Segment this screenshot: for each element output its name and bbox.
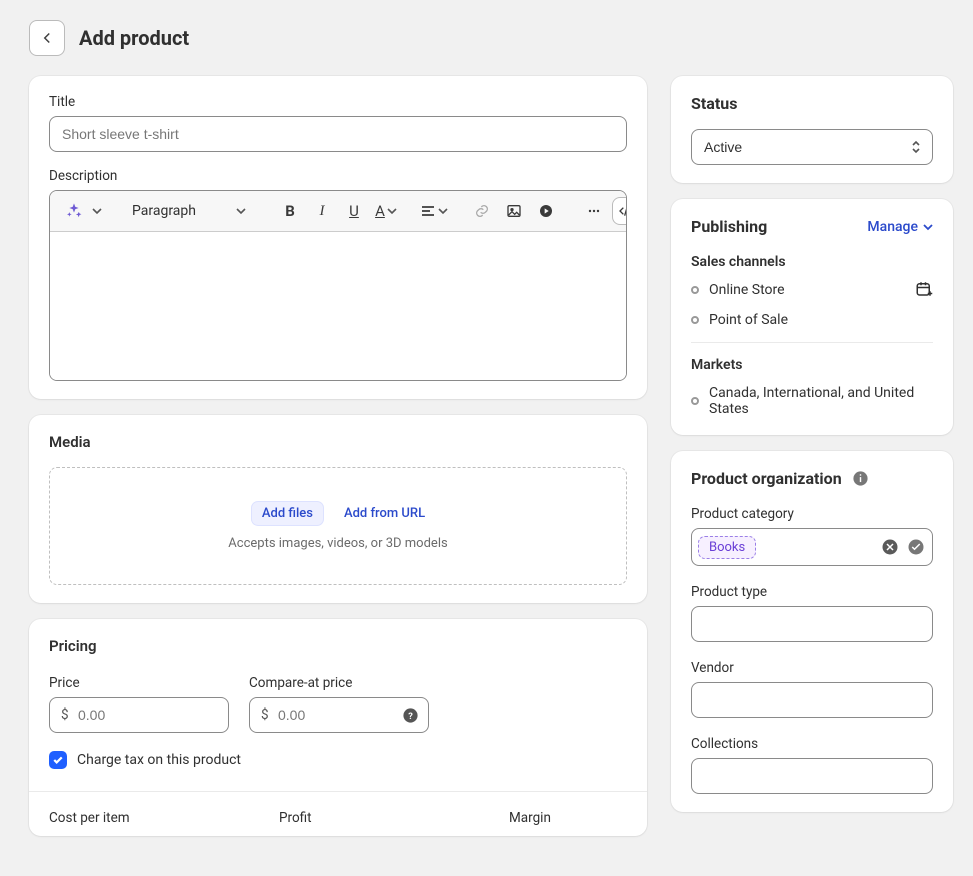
description-label: Description	[49, 168, 627, 184]
paragraph-dropdown[interactable]: Paragraph	[122, 197, 256, 225]
media-card: Media Add files Add from URL Accepts ima…	[29, 415, 647, 603]
product-basics-card: Title Description Paragraph	[29, 76, 647, 399]
product-type-input[interactable]	[691, 606, 933, 642]
more-options-button[interactable]	[580, 197, 608, 225]
bullet-icon	[691, 316, 699, 324]
manage-label: Manage	[867, 219, 918, 235]
pricing-title: Pricing	[49, 637, 627, 655]
title-input[interactable]	[49, 116, 627, 152]
page-title: Add product	[79, 26, 189, 50]
rich-text-editor: Paragraph B I U A	[49, 190, 627, 381]
image-button[interactable]	[500, 197, 528, 225]
channel-label: Point of Sale	[709, 312, 788, 328]
align-button[interactable]	[420, 197, 448, 225]
vendor-label: Vendor	[691, 660, 933, 676]
clear-category-button[interactable]	[880, 537, 900, 557]
media-title: Media	[49, 433, 627, 451]
underline-button[interactable]: U	[340, 197, 368, 225]
cost-per-item-label: Cost per item	[49, 810, 239, 826]
sales-channels-heading: Sales channels	[691, 254, 933, 270]
markets-label: Canada, International, and United States	[709, 385, 933, 417]
confirm-category-button[interactable]	[906, 537, 926, 557]
info-icon[interactable]	[852, 470, 870, 488]
product-type-label: Product type	[691, 584, 933, 600]
bullet-icon	[691, 286, 699, 294]
channel-label: Online Store	[709, 282, 785, 298]
publishing-title: Publishing	[691, 217, 767, 236]
status-title: Status	[691, 94, 933, 113]
category-input[interactable]: Books	[691, 528, 933, 566]
video-button[interactable]	[532, 197, 560, 225]
link-button[interactable]	[468, 197, 496, 225]
paragraph-label: Paragraph	[132, 203, 196, 219]
add-from-url-link[interactable]: Add from URL	[344, 506, 425, 521]
bold-button[interactable]: B	[276, 197, 304, 225]
schedule-icon[interactable]	[915, 280, 933, 298]
media-dropzone[interactable]: Add files Add from URL Accepts images, v…	[49, 467, 627, 585]
pricing-card: Pricing Price $ Compare-at price $	[29, 619, 647, 836]
category-tag[interactable]: Books	[698, 536, 756, 559]
collections-label: Collections	[691, 736, 933, 752]
vendor-input[interactable]	[691, 682, 933, 718]
title-label: Title	[49, 94, 627, 110]
add-files-button[interactable]: Add files	[251, 501, 324, 526]
profit-label: Profit	[279, 810, 469, 826]
ai-caret-icon[interactable]	[92, 206, 102, 216]
margin-label: Margin	[509, 810, 699, 826]
back-button[interactable]	[29, 20, 65, 56]
manage-link[interactable]: Manage	[867, 219, 933, 235]
publishing-card: Publishing Manage Sales channels Online …	[671, 199, 953, 435]
help-icon[interactable]: ?	[401, 706, 419, 724]
bullet-icon	[691, 397, 699, 405]
media-hint: Accepts images, videos, or 3D models	[228, 536, 447, 551]
italic-button[interactable]: I	[308, 197, 336, 225]
product-organization-card: Product organization Product category Bo…	[671, 451, 953, 812]
category-label: Product category	[691, 506, 933, 522]
currency-prefix: $	[261, 707, 269, 723]
chevron-down-icon	[923, 222, 933, 232]
charge-tax-label: Charge tax on this product	[77, 752, 241, 768]
text-color-button[interactable]: A	[372, 197, 400, 225]
status-card: Status ActiveDraft	[671, 76, 953, 183]
svg-text:?: ?	[408, 711, 413, 722]
price-input[interactable]	[49, 697, 229, 733]
status-select[interactable]: ActiveDraft	[691, 129, 933, 165]
organization-title: Product organization	[691, 469, 842, 488]
ai-icon[interactable]	[60, 197, 88, 225]
markets-row: Canada, International, and United States	[691, 385, 933, 417]
compare-price-label: Compare-at price	[249, 675, 429, 691]
collections-input[interactable]	[691, 758, 933, 794]
charge-tax-checkbox[interactable]	[49, 751, 67, 769]
markets-heading: Markets	[691, 357, 933, 373]
description-textarea[interactable]	[50, 232, 626, 380]
price-label: Price	[49, 675, 229, 691]
channel-online-store: Online Store	[691, 282, 933, 298]
code-view-button[interactable]	[612, 197, 627, 225]
channel-point-of-sale: Point of Sale	[691, 312, 933, 328]
currency-prefix: $	[61, 707, 69, 723]
chevron-down-icon	[236, 206, 246, 216]
